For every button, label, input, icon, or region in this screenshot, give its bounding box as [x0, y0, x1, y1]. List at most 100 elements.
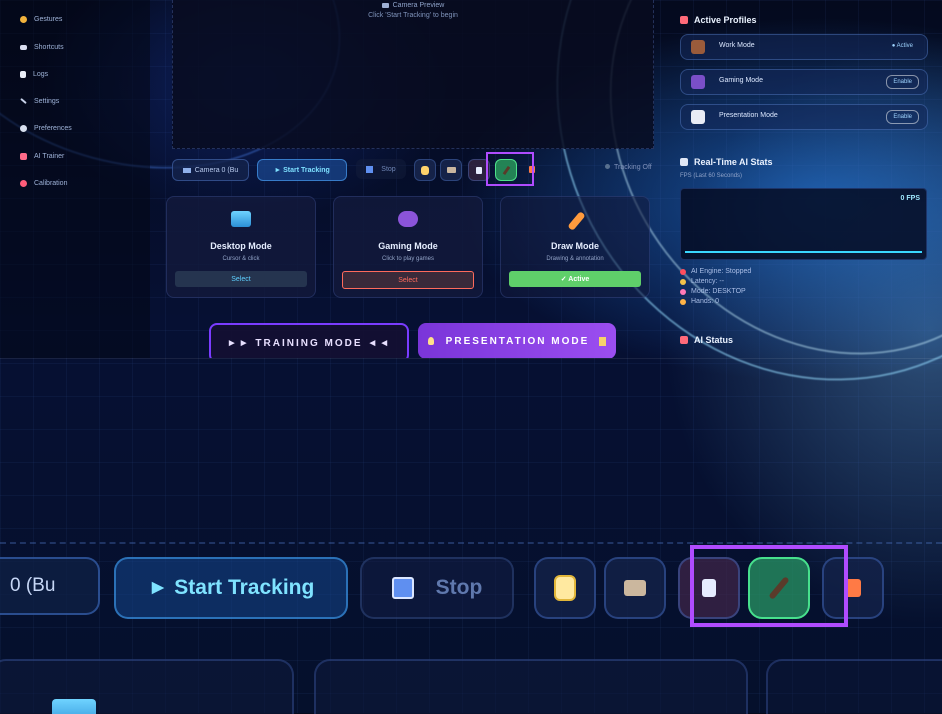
profile-status-badge[interactable]: ● Active: [886, 40, 919, 52]
profile-name: Gaming Mode: [719, 77, 763, 84]
target-icon: [20, 179, 27, 187]
status-dot-icon: [680, 268, 686, 275]
profile-name: Presentation Mode: [719, 112, 778, 119]
gamepad-icon: [691, 75, 705, 89]
active-profiles-title: Active Profiles: [694, 15, 757, 25]
presentation-mode-button[interactable]: PRESENTATION MODE: [418, 323, 616, 358]
realtime-stats-heading: Real-Time AI Stats: [680, 157, 773, 167]
stop-button-label: Stop: [435, 576, 483, 599]
mode-card-desktop[interactable]: Desktop Mode Cursor & click Select: [166, 196, 316, 298]
monitor-icon: [52, 699, 96, 714]
stat-hands: Hands: 0: [680, 298, 719, 305]
screenshot-button[interactable]: [440, 159, 462, 181]
sidebar-item-shortcuts[interactable]: Shortcuts: [20, 40, 64, 54]
draw-mode-active-button[interactable]: ✓ Active: [509, 271, 641, 287]
camera-select-value: 0 (Bu: [10, 575, 56, 596]
sidebar-item-preferences[interactable]: Preferences: [20, 121, 72, 135]
profile-name: Work Mode: [719, 42, 755, 49]
mode-card-gaming[interactable]: Gaming Mode Click to play games Select: [333, 196, 483, 298]
stop-button[interactable]: Stop: [356, 159, 406, 179]
stop-button[interactable]: Stop: [360, 557, 514, 619]
shield-button[interactable]: [534, 557, 596, 619]
presentation-mode-label: PRESENTATION MODE: [445, 335, 590, 347]
mode-card-gaming[interactable]: [314, 659, 748, 714]
mode-description: Click to play games: [381, 256, 435, 262]
camera-select[interactable]: Camera 0 (Bu: [172, 159, 249, 181]
sidebar: Gestures Shortcuts Logs Settings Prefere…: [0, 0, 150, 358]
stats-icon: [680, 158, 688, 166]
stat-label: Hands: 0: [691, 298, 720, 305]
chart-icon: [599, 336, 607, 346]
ai-status-title: AI Status: [694, 335, 734, 345]
profile-gaming-mode[interactable]: Gaming Mode Enable: [680, 69, 928, 95]
sidebar-item-settings[interactable]: Settings: [20, 94, 59, 108]
ai-status-heading: AI Status: [680, 335, 733, 345]
app-overview-panel: Gestures Shortcuts Logs Settings Prefere…: [0, 0, 942, 358]
briefcase-icon: [691, 40, 705, 54]
realtime-stats-title: Real-Time AI Stats: [694, 157, 773, 167]
stat-ai-engine: AI Engine: Stopped: [680, 268, 751, 275]
robot-icon: [680, 336, 688, 344]
fps-chart-caption: FPS (Last 60 Seconds): [680, 173, 743, 179]
zoomed-toolbar-panel: 0 (Bu ► Start Tracking Stop: [0, 358, 942, 714]
stat-label: Mode: DESKTOP: [691, 288, 746, 295]
shield-button[interactable]: [414, 159, 436, 181]
sidebar-item-label: Gestures: [34, 15, 63, 23]
start-tracking-button[interactable]: ► Start Tracking: [114, 557, 348, 619]
gear-icon: [20, 124, 27, 132]
profile-enable-button[interactable]: Enable: [886, 110, 919, 124]
shield-icon: [554, 575, 576, 601]
camera-select-value: Camera 0 (Bu: [194, 166, 239, 174]
active-profiles-heading: Active Profiles: [680, 15, 757, 25]
fps-value: 0 FPS: [900, 195, 920, 202]
camera-preview: Camera Preview Click 'Start Tracking' to…: [172, 0, 654, 149]
camera-icon: [446, 167, 456, 173]
hand-icon: [680, 298, 686, 305]
profile-presentation-mode[interactable]: Presentation Mode Enable: [680, 104, 928, 130]
speaker-icon: [476, 166, 482, 174]
sidebar-item-label: AI Trainer: [34, 152, 65, 160]
mode-card-desktop[interactable]: [0, 659, 294, 714]
status-dot-icon: [605, 164, 610, 169]
mode-description: Cursor & click: [222, 256, 260, 262]
stat-mode: Mode: DESKTOP: [680, 288, 746, 295]
camera-preview-label: Camera Preview: [392, 2, 445, 9]
hand-icon: [20, 15, 27, 23]
mode-card-draw[interactable]: [766, 659, 942, 714]
camera-icon: [624, 580, 646, 596]
lightbulb-icon: [427, 337, 434, 345]
camera-preview-title: Camera Preview: [173, 2, 653, 9]
sidebar-item-label: Calibration: [34, 179, 68, 187]
sidebar-item-ai-trainer[interactable]: AI Trainer: [20, 149, 64, 163]
screenshot-button[interactable]: [604, 557, 666, 619]
profile-work-mode[interactable]: Work Mode ● Active: [680, 34, 928, 60]
fps-line: [685, 251, 922, 253]
mode-card-draw[interactable]: Draw Mode Drawing & annotation ✓ Active: [500, 196, 650, 298]
training-mode-button[interactable]: ►► TRAINING MODE ◄◄: [209, 323, 409, 358]
select-gaming-mode-button[interactable]: Select: [342, 271, 474, 289]
start-tracking-button[interactable]: ► Start Tracking: [257, 159, 347, 181]
mode-title: Gaming Mode: [378, 241, 438, 251]
stop-icon: [391, 577, 414, 599]
tracking-status: Tracking Off: [605, 164, 652, 171]
highlight-selection-box: [486, 152, 534, 186]
lightning-icon: [680, 278, 686, 285]
mode-title: Draw Mode: [550, 241, 599, 251]
sidebar-item-gestures[interactable]: Gestures: [20, 12, 62, 26]
sidebar-item-label: Settings: [34, 97, 60, 105]
robot-icon: [20, 152, 27, 160]
sidebar-item-logs[interactable]: Logs: [20, 67, 48, 81]
camera-select-icon: [182, 167, 191, 173]
wrench-icon: [20, 97, 27, 105]
stat-latency: Latency: --: [680, 278, 724, 285]
camera-select[interactable]: 0 (Bu: [0, 557, 100, 615]
select-desktop-mode-button[interactable]: Select: [175, 271, 307, 287]
stat-label: AI Engine: Stopped: [691, 268, 752, 275]
sidebar-item-label: Shortcuts: [34, 43, 64, 51]
sidebar-item-calibration[interactable]: Calibration: [20, 176, 67, 190]
chart-icon: [691, 110, 705, 124]
pencil-icon: [567, 211, 586, 231]
profiles-icon: [680, 16, 688, 24]
profile-enable-button[interactable]: Enable: [886, 75, 919, 89]
sidebar-item-label: Preferences: [34, 124, 72, 132]
